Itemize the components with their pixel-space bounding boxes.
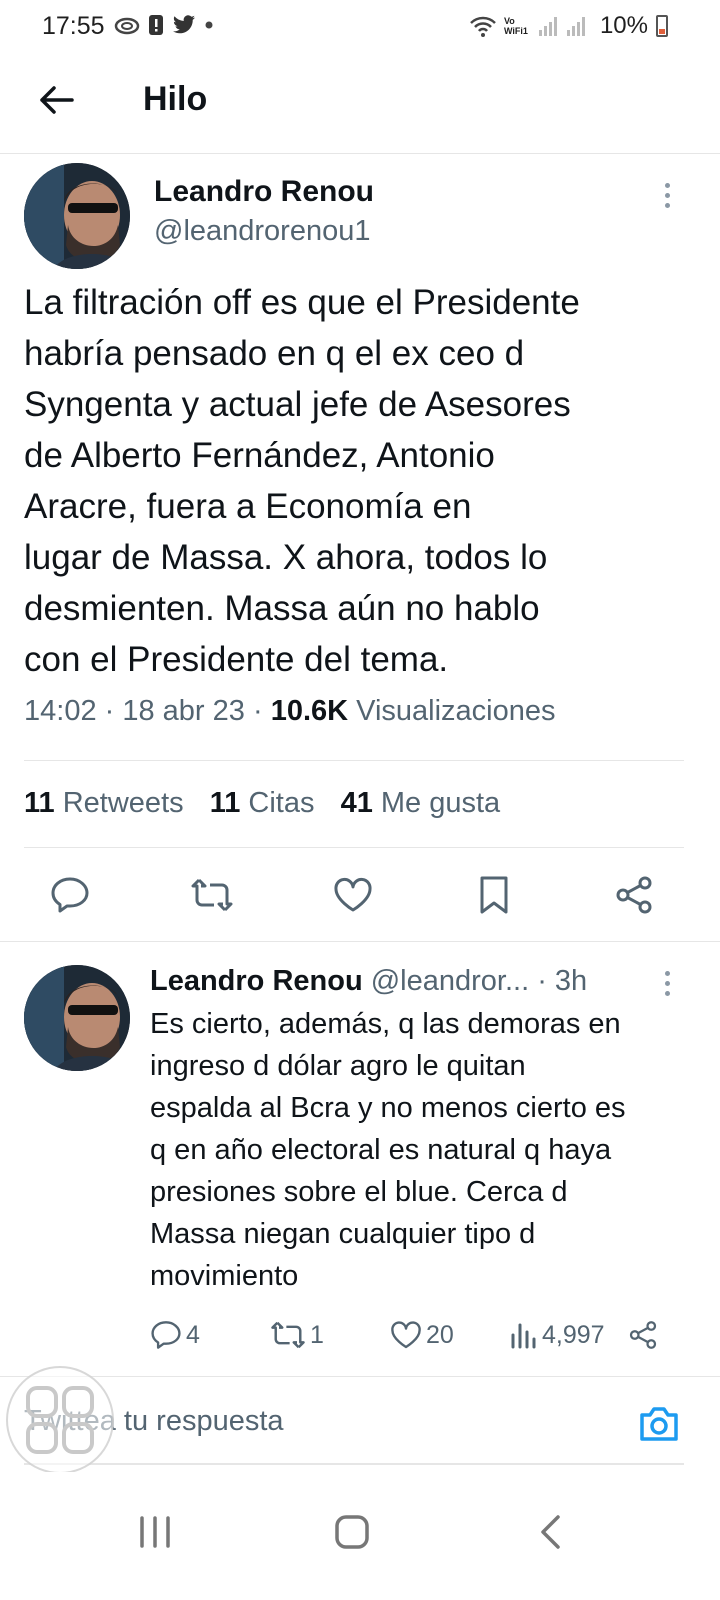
- back-button[interactable]: [34, 78, 78, 122]
- home-button[interactable]: [322, 1502, 382, 1562]
- more-options-button[interactable]: [652, 175, 682, 215]
- reply-time: · 3h: [537, 965, 588, 997]
- camera-button[interactable]: [638, 1405, 680, 1443]
- reply-more-options-button[interactable]: [652, 963, 682, 1003]
- views-count: 10.6K: [270, 695, 349, 727]
- heart-icon: [391, 1321, 421, 1349]
- dot: [664, 990, 670, 996]
- retweet-count: 1: [310, 1320, 324, 1349]
- reply-reply-button[interactable]: 4: [150, 1315, 200, 1355]
- reply-views-button[interactable]: 4,997: [510, 1315, 605, 1355]
- signal-icon-2: [566, 17, 585, 36]
- reply-actions: 4 1 20 4,997: [150, 1315, 670, 1355]
- share-button[interactable]: [606, 867, 662, 923]
- likes-label: Me gusta: [380, 787, 501, 819]
- chevron-left-icon: [541, 1515, 560, 1549]
- composer-underline: [24, 1463, 684, 1465]
- reply-retweet-button[interactable]: 1: [270, 1315, 324, 1355]
- reply-author-handle[interactable]: @leandror...: [371, 965, 529, 997]
- status-time: 17:55: [42, 12, 105, 40]
- reply-icon: [51, 877, 89, 913]
- reply-count: 4: [186, 1320, 200, 1349]
- tweet-time: 14:02: [24, 695, 97, 727]
- battery-icon: [656, 15, 668, 37]
- likes-count: 41: [340, 787, 373, 819]
- retweet-icon: [191, 878, 233, 912]
- floating-apps-button[interactable]: [6, 1366, 114, 1474]
- app-header: Hilo: [0, 56, 720, 154]
- likes-stat[interactable]: 41 Me gusta: [341, 787, 501, 819]
- like-button[interactable]: [325, 867, 381, 923]
- dot-icon: [205, 21, 213, 29]
- back-nav-button[interactable]: [520, 1502, 580, 1562]
- avatar[interactable]: [24, 965, 130, 1071]
- divider: [24, 760, 684, 761]
- retweet-icon: [271, 1321, 305, 1349]
- avatar-image: [24, 163, 130, 269]
- dot: [664, 182, 670, 188]
- thread-divider: [0, 941, 720, 942]
- recent-apps-button[interactable]: [125, 1502, 185, 1562]
- status-bar: 17:55 Vo WiFi1 10%: [0, 0, 720, 56]
- avatar[interactable]: [24, 163, 130, 269]
- reply-header: Leandro Renou @leandror... · 3h: [150, 965, 587, 998]
- reply-icon: [151, 1321, 181, 1349]
- retweets-label: Retweets: [62, 787, 184, 819]
- notification-icons: [114, 14, 214, 36]
- camera-icon: [640, 1407, 678, 1441]
- tweet-stats: 11 Retweets 11 Citas 41 Me gusta: [24, 787, 500, 820]
- avatar-image: [24, 965, 130, 1071]
- battery-percent: 10%: [599, 12, 648, 39]
- tweet-actions: [0, 867, 720, 923]
- quotes-count: 11: [209, 787, 241, 819]
- bookmark-icon: [480, 876, 508, 914]
- grid-icon: [26, 1386, 94, 1454]
- arrow-left-icon: [40, 86, 74, 114]
- wifi-icon: [470, 16, 496, 37]
- author-handle[interactable]: @leandrorenou1: [154, 215, 370, 248]
- analytics-icon: [511, 1323, 536, 1349]
- bookmark-button[interactable]: [466, 867, 522, 923]
- reply-author-name[interactable]: Leandro Renou: [150, 965, 363, 997]
- dot: [664, 202, 670, 208]
- system-navigation-bar: [0, 1472, 720, 1600]
- retweet-button[interactable]: [184, 867, 240, 923]
- share-icon: [629, 1321, 657, 1349]
- tweet-text: La filtración off es que el Presidente h…: [24, 283, 580, 679]
- quotes-stat[interactable]: 11 Citas: [210, 787, 315, 819]
- author-name[interactable]: Leandro Renou: [154, 175, 374, 209]
- quotes-label: Citas: [248, 787, 315, 819]
- reply-text: Es cierto, además, q las demoras en ingr…: [150, 1008, 626, 1292]
- dot: [664, 980, 670, 986]
- system-icons: Vo WiFi1 10%: [468, 12, 668, 40]
- tweet-date: 18 abr 23: [122, 695, 245, 727]
- views-count: 4,997: [542, 1320, 605, 1349]
- signal-icon: [538, 17, 557, 36]
- page-title: Hilo: [143, 80, 208, 118]
- reply-share-button[interactable]: [628, 1315, 658, 1355]
- share-icon: [616, 876, 652, 914]
- reply-button[interactable]: [42, 867, 98, 923]
- dot: [664, 192, 670, 198]
- vowifi-label: Vo WiFi1: [503, 16, 528, 36]
- retweets-stat[interactable]: 11 Retweets: [24, 787, 184, 819]
- twitter-bird-icon: [173, 15, 195, 34]
- cloud-icon: [114, 17, 140, 35]
- alert-icon: [149, 15, 163, 35]
- recents-icon: [140, 1516, 170, 1548]
- reply-like-button[interactable]: 20: [390, 1315, 454, 1355]
- divider: [24, 847, 684, 848]
- views-label: Visualizaciones: [356, 695, 556, 727]
- like-count: 20: [426, 1320, 454, 1349]
- tweet-meta: 14:02 · 18 abr 23 · 10.6K Visualizacione…: [24, 695, 556, 727]
- dot: [664, 970, 670, 976]
- heart-icon: [334, 878, 372, 912]
- retweets-count: 11: [24, 787, 55, 819]
- home-icon: [335, 1515, 369, 1549]
